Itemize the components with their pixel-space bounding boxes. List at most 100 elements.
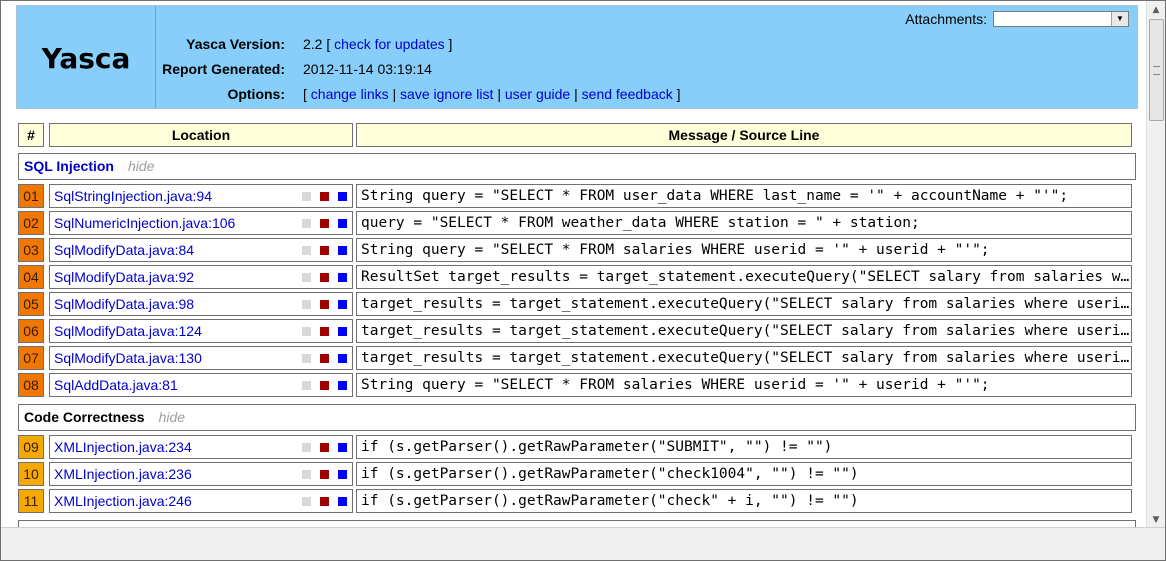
- hide-category-link[interactable]: hide: [128, 158, 154, 174]
- details-marker-icon[interactable]: [338, 327, 347, 336]
- severity-marker-icon[interactable]: [320, 443, 329, 452]
- location-link[interactable]: SqlNumericInjection.java:106: [54, 215, 235, 231]
- row-number: 04: [18, 265, 44, 289]
- location-cell: SqlNumericInjection.java:106: [49, 211, 353, 235]
- location-cell: XMLInjection.java:246: [49, 489, 353, 513]
- ignore-marker-icon[interactable]: [302, 273, 311, 282]
- location-link[interactable]: SqlAddData.java:81: [54, 377, 178, 393]
- location-cell: SqlModifyData.java:124: [49, 319, 353, 343]
- table-row: 07 SqlModifyData.java:130 target_results =…: [18, 346, 1136, 370]
- details-marker-icon[interactable]: [338, 273, 347, 282]
- location-link[interactable]: XMLInjection.java:236: [54, 466, 192, 482]
- row-number: 02: [18, 211, 44, 235]
- report-header: Yasca Yasca Version: 2.2 [ check for upd…: [16, 5, 1138, 109]
- scroll-down-icon[interactable]: ▼: [1148, 512, 1164, 528]
- user-guide-link[interactable]: user guide: [505, 86, 570, 102]
- scrollbar-thumb[interactable]: [1149, 19, 1164, 121]
- details-marker-icon[interactable]: [338, 381, 347, 390]
- location-cell: SqlModifyData.java:84: [49, 238, 353, 262]
- grip-icon: [1153, 66, 1160, 75]
- bracket: ]: [448, 36, 453, 52]
- source-line: target_results = target_statement.execut…: [356, 319, 1132, 343]
- severity-marker-icon[interactable]: [320, 381, 329, 390]
- location-link[interactable]: XMLInjection.java:234: [54, 439, 192, 455]
- table-row: 10 XMLInjection.java:236 if (s.getParser()…: [18, 462, 1136, 486]
- save-ignore-list-link[interactable]: save ignore list: [400, 86, 493, 102]
- source-line: query = "SELECT * FROM weather_data WHER…: [356, 211, 1132, 235]
- ignore-marker-icon[interactable]: [302, 470, 311, 479]
- bracket: [: [326, 36, 331, 52]
- attachments-label: Attachments:: [905, 11, 987, 27]
- severity-marker-icon[interactable]: [320, 219, 329, 228]
- details-marker-icon[interactable]: [338, 192, 347, 201]
- send-feedback-link[interactable]: send feedback: [582, 86, 673, 102]
- report-generated-label: Report Generated:: [162, 61, 285, 77]
- location-link[interactable]: SqlModifyData.java:124: [54, 323, 202, 339]
- location-link[interactable]: SqlModifyData.java:92: [54, 269, 194, 285]
- change-links-link[interactable]: change links: [311, 86, 389, 102]
- location-link[interactable]: SqlModifyData.java:98: [54, 296, 194, 312]
- header-message: Message / Source Line: [356, 123, 1132, 147]
- attachments-select[interactable]: ▼: [993, 11, 1129, 27]
- severity-marker-icon[interactable]: [320, 246, 329, 255]
- table-row: 08 SqlAddData.java:81 String query = "SELE…: [18, 373, 1136, 397]
- attachments-control: Attachments: ▼: [905, 11, 1129, 27]
- bracket: [: [303, 86, 307, 102]
- table-row: 06 SqlModifyData.java:124 target_results =…: [18, 319, 1136, 343]
- row-number: 09: [18, 435, 44, 459]
- ignore-marker-icon[interactable]: [302, 443, 311, 452]
- separator: |: [392, 86, 397, 102]
- severity-marker-icon[interactable]: [320, 192, 329, 201]
- brand-panel: Yasca: [17, 6, 156, 108]
- location-link[interactable]: SqlStringInjection.java:94: [54, 188, 212, 204]
- browser-frame: Yasca Yasca Version: 2.2 [ check for upd…: [0, 0, 1166, 561]
- table-row: 02 SqlNumericInjection.java:106 query = "S…: [18, 211, 1136, 235]
- row-number: 06: [18, 319, 44, 343]
- location-link[interactable]: XMLInjection.java:246: [54, 493, 192, 509]
- details-marker-icon[interactable]: [338, 354, 347, 363]
- ignore-marker-icon[interactable]: [302, 327, 311, 336]
- severity-marker-icon[interactable]: [320, 273, 329, 282]
- check-updates-link[interactable]: check for updates: [334, 36, 445, 52]
- details-marker-icon[interactable]: [338, 497, 347, 506]
- status-bar: [1, 527, 1165, 560]
- category-name: Code Correctness: [24, 409, 145, 425]
- dropdown-arrow-icon[interactable]: ▼: [1111, 12, 1128, 26]
- ignore-marker-icon[interactable]: [302, 497, 311, 506]
- details-marker-icon[interactable]: [338, 246, 347, 255]
- row-number: 10: [18, 462, 44, 486]
- ignore-marker-icon[interactable]: [302, 219, 311, 228]
- details-marker-icon[interactable]: [338, 219, 347, 228]
- hide-category-link[interactable]: hide: [159, 409, 185, 425]
- ignore-marker-icon[interactable]: [302, 246, 311, 255]
- location-cell: SqlStringInjection.java:94: [49, 184, 353, 208]
- report-generated-value: 2012-11-14 03:19:14: [303, 61, 432, 77]
- source-line: target_results = target_statement.execut…: [356, 346, 1132, 370]
- options-label: Options:: [227, 86, 285, 102]
- severity-marker-icon[interactable]: [320, 497, 329, 506]
- ignore-marker-icon[interactable]: [302, 300, 311, 309]
- severity-marker-icon[interactable]: [320, 354, 329, 363]
- severity-marker-icon[interactable]: [320, 470, 329, 479]
- details-marker-icon[interactable]: [338, 470, 347, 479]
- scroll-up-icon[interactable]: ▲: [1148, 2, 1164, 18]
- location-link[interactable]: SqlModifyData.java:84: [54, 242, 194, 258]
- location-link[interactable]: SqlModifyData.java:130: [54, 350, 202, 366]
- source-line: if (s.getParser().getRawParameter("check…: [356, 462, 1132, 486]
- category-name[interactable]: SQL Injection: [24, 158, 114, 174]
- row-number: 05: [18, 292, 44, 316]
- severity-marker-icon[interactable]: [320, 327, 329, 336]
- ignore-marker-icon[interactable]: [302, 381, 311, 390]
- table-row: 09 XMLInjection.java:234 if (s.getParser()…: [18, 435, 1136, 459]
- details-marker-icon[interactable]: [338, 443, 347, 452]
- header-number: #: [18, 123, 44, 147]
- ignore-marker-icon[interactable]: [302, 192, 311, 201]
- source-line: target_results = target_statement.execut…: [356, 292, 1132, 316]
- details-marker-icon[interactable]: [338, 300, 347, 309]
- severity-marker-icon[interactable]: [320, 300, 329, 309]
- version-number: 2.2: [303, 36, 323, 52]
- ignore-marker-icon[interactable]: [302, 354, 311, 363]
- vertical-scrollbar[interactable]: ▲ ▼: [1146, 1, 1165, 529]
- location-cell: SqlModifyData.java:92: [49, 265, 353, 289]
- category-header: SQL Injection hide: [18, 153, 1136, 180]
